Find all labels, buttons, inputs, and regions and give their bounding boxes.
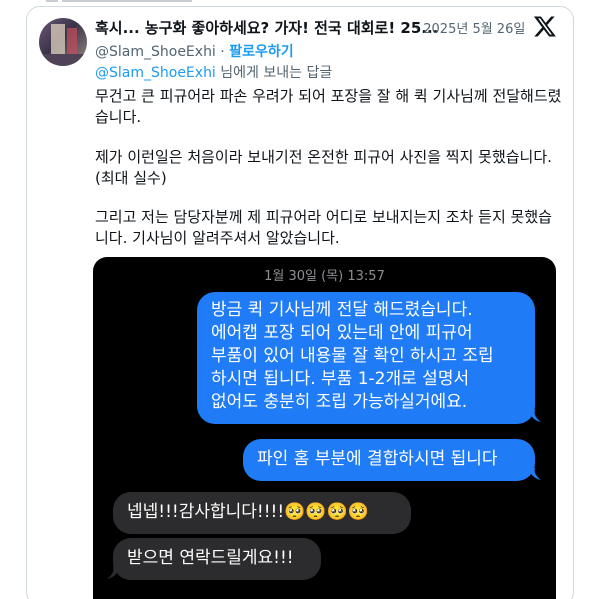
attached-screenshot[interactable]: 1월 30일 (목) 13:57 방금 퀵 기사님께 전달 해드렸습니다. 에어…	[93, 257, 556, 599]
received-message-1: 넵넵!!!감사합니다!!!!🥺🥺🥺🥺	[113, 492, 411, 534]
tweet-paragraph-2: 제가 이런일은 처음이라 보내기전 온전한 피규어 사진을 찍지 못했습니다. …	[95, 148, 552, 187]
follow-button[interactable]: 팔로우하기	[229, 44, 293, 60]
tweet-paragraph-3: 그리고 저는 담당자분께 제 피규어라 어디로 보내지는지 조차 듣지 못했습 …	[95, 208, 552, 247]
reply-context: @Slam_ShoeExhi 님에게 보내는 답글	[95, 62, 332, 82]
sent-tail-1	[529, 410, 541, 422]
sent-tail-2	[529, 468, 541, 480]
author-handle[interactable]: @Slam_ShoeExhi	[95, 44, 216, 60]
post-date[interactable]: · 2025년 5월 26일	[415, 18, 525, 37]
sent-message-1: 방금 퀵 기사님께 전달 해드렸습니다. 에어캡 포장 되어 있는데 안에 피규…	[197, 292, 535, 424]
x-logo-icon[interactable]	[533, 14, 557, 38]
reply-suffix: 님에게 보내는 답글	[215, 65, 333, 81]
sent-message-2: 파인 홈 부분에 결합하시면 됩니다	[243, 439, 535, 481]
quoted-post-title[interactable]: 혹시... 농구화 좋아하세요? 가자! 전국 대회로! 25...	[95, 17, 438, 38]
chat-timestamp: 1월 30일 (목) 13:57	[264, 269, 385, 284]
author-row: @Slam_ShoeExhi · 팔로우하기	[95, 41, 294, 61]
received-message-2: 받으면 연락드릴게요!!!	[113, 538, 321, 580]
tweet-header: 혹시... 농구화 좋아하세요? 가자! 전국 대회로! 25... · 202…	[95, 17, 565, 39]
received-tail	[107, 567, 119, 579]
separator-dot: ·	[215, 44, 230, 60]
tweet-paragraph-1: 무건고 큰 피규어라 파손 우려가 되어 포장을 잘 해 퀵 기사님께 전달해드…	[95, 87, 562, 126]
top-divider	[0, 0, 612, 3]
reply-to-handle[interactable]: @Slam_ShoeExhi	[95, 65, 216, 81]
avatar[interactable]	[39, 18, 87, 66]
